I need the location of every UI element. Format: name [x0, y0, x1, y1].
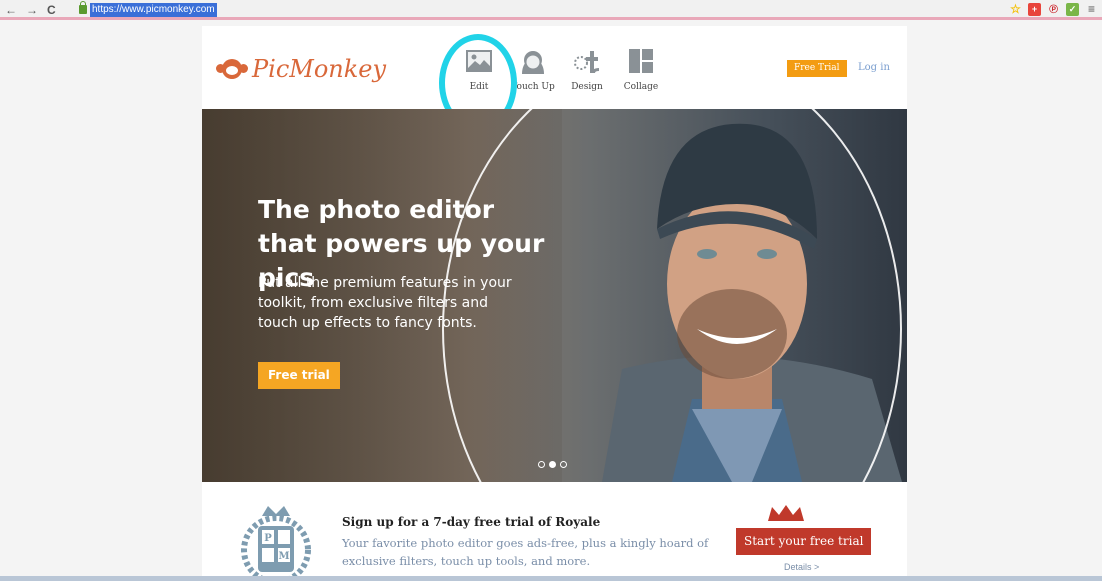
nav-label: Collage	[623, 82, 659, 92]
crest-letter: M	[278, 551, 289, 562]
slide-dot[interactable]	[560, 461, 567, 468]
address-bar[interactable]: https://www.picmonkey.com	[90, 3, 217, 17]
browser-toolbar: ← → C https://www.picmonkey.com ☆ + ℗ ✓ …	[0, 0, 1102, 20]
forward-icon[interactable]: →	[26, 3, 38, 17]
slide-dot-active[interactable]	[549, 461, 556, 468]
menu-icon[interactable]: ≡	[1085, 3, 1098, 16]
slide-dots	[538, 461, 567, 468]
nav-label: Design	[571, 82, 603, 92]
browser-nav: ← → C	[5, 3, 56, 17]
extension-icons: ☆ + ℗ ✓ ≡	[1009, 3, 1098, 16]
lock-icon	[79, 1, 87, 14]
back-icon[interactable]: ←	[5, 3, 17, 17]
logo-text: PicMonkey	[252, 55, 387, 83]
promo-body: Your favorite photo editor goes ads-free…	[342, 536, 709, 568]
crest-letter: P	[264, 533, 272, 544]
monkey-logo-icon	[216, 58, 248, 80]
nav-collage[interactable]: Collage	[621, 46, 661, 92]
taskbar	[0, 576, 1102, 581]
hero-free-trial-button[interactable]: Free trial	[258, 362, 340, 389]
evernote-icon[interactable]: ✓	[1066, 3, 1079, 16]
design-icon	[572, 46, 602, 76]
site-header: PicMonkey Edit Touch Up Design Collage F…	[202, 26, 907, 132]
plus-icon[interactable]: +	[1028, 3, 1041, 16]
collage-icon	[626, 46, 656, 76]
pinterest-icon[interactable]: ℗	[1047, 3, 1060, 16]
nav-label: Touch Up	[511, 82, 555, 92]
nav-label: Edit	[469, 82, 489, 92]
details-link[interactable]: Details >	[784, 562, 819, 572]
slide-dot[interactable]	[538, 461, 545, 468]
royale-promo: P M Sign up for a 7-day free trial of Ro…	[202, 482, 907, 581]
free-trial-button[interactable]: Free Trial	[787, 60, 847, 77]
crown-icon	[766, 503, 806, 523]
hero-body: Put all the premium features in your too…	[258, 275, 512, 331]
royale-crest-icon: P M	[232, 504, 320, 581]
main-nav: Edit Touch Up Design Collage	[439, 34, 661, 132]
face-icon	[518, 46, 548, 76]
picmonkey-page: PicMonkey Edit Touch Up Design Collage F…	[202, 26, 907, 581]
nav-design[interactable]: Design	[567, 46, 607, 92]
nav-touch-up[interactable]: Touch Up	[511, 46, 555, 92]
start-free-trial-button[interactable]: Start your free trial	[736, 528, 872, 555]
login-link[interactable]: Log in	[858, 62, 890, 73]
nav-edit[interactable]: Edit	[439, 34, 517, 132]
reload-icon[interactable]: C	[47, 3, 56, 17]
promo-title: Sign up for a 7-day free trial of Royale	[342, 515, 601, 529]
logo[interactable]: PicMonkey	[216, 55, 386, 83]
star-icon[interactable]: ☆	[1009, 3, 1022, 16]
hero-banner: The photo editor that powers up your pic…	[202, 109, 907, 482]
image-icon	[464, 46, 494, 76]
